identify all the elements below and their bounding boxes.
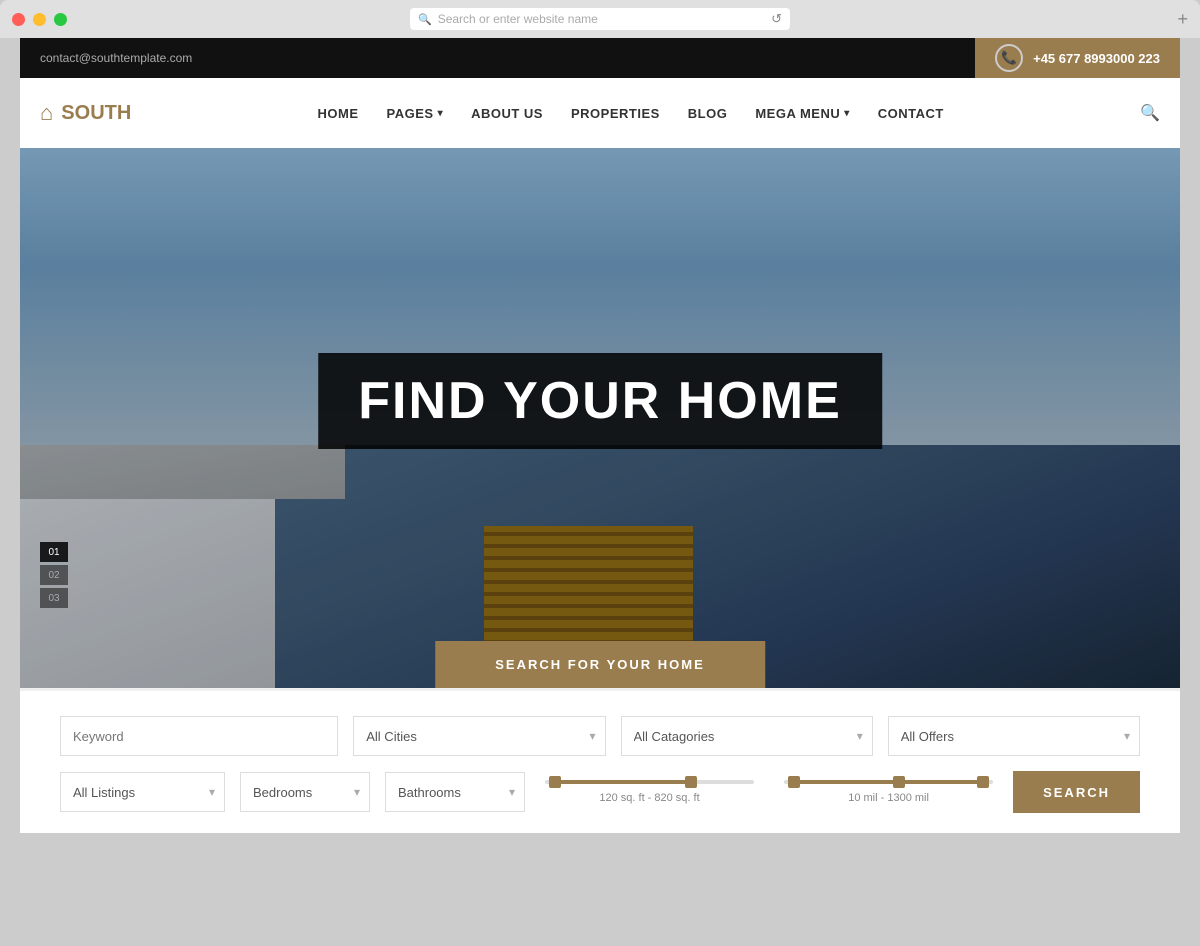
chevron-down-icon-2: ▾ (844, 108, 850, 119)
search-panel: All Cities All Catagories All Offers All… (20, 688, 1180, 833)
nav-item-home[interactable]: HOME (304, 106, 373, 121)
size-range-track (545, 780, 754, 784)
maximize-button[interactable] (54, 13, 67, 26)
nav-links: HOME PAGES ▾ ABOUT US PROPERTIES BLOG ME… (304, 106, 958, 121)
size-range-group: 120 sq. ft - 820 sq. ft (540, 780, 759, 804)
hero-title-box: FIND YOUR HOME (318, 353, 882, 449)
logo[interactable]: ⌂ SOUTH (40, 100, 131, 126)
nav-item-pages[interactable]: PAGES ▾ (373, 106, 458, 121)
bedrooms-select[interactable]: Bedrooms (240, 772, 370, 812)
keyword-input[interactable] (60, 716, 338, 756)
bedrooms-select-wrapper: Bedrooms (240, 772, 370, 812)
offers-select[interactable]: All Offers (888, 716, 1140, 756)
reload-button[interactable]: ↺ (771, 11, 782, 27)
slide-indicators: 01 02 03 (40, 542, 68, 608)
hero-section: FIND YOUR HOME 01 02 03 SEARCH FOR YOUR … (20, 148, 1180, 688)
size-range-handle-left[interactable] (549, 776, 561, 788)
contact-email: contact@southtemplate.com (20, 51, 192, 65)
logo-text: SOUTH (61, 102, 131, 125)
slide-3[interactable]: 03 (40, 588, 68, 608)
new-tab-button[interactable]: + (1177, 9, 1188, 30)
price-range-handle-right[interactable] (977, 776, 989, 788)
search-icon: 🔍 (418, 13, 432, 26)
address-bar[interactable]: 🔍 Search or enter website name ↺ (410, 8, 790, 30)
close-button[interactable] (12, 13, 25, 26)
cities-select-wrapper: All Cities (353, 716, 605, 756)
price-range-fill (794, 780, 982, 784)
window-chrome: 🔍 Search or enter website name ↺ + (0, 0, 1200, 38)
minimize-button[interactable] (33, 13, 46, 26)
bathrooms-select-wrapper: Bathrooms (385, 772, 525, 812)
nav-item-blog[interactable]: BLOG (674, 106, 742, 121)
search-button[interactable]: SEARCH (1013, 771, 1140, 813)
price-range-label: 10 mil - 1300 mil (779, 792, 998, 804)
nav-item-megamenu[interactable]: MEGA MENU ▾ (741, 106, 863, 121)
logo-icon: ⌂ (40, 100, 53, 126)
nav-item-contact[interactable]: CONTACT (864, 106, 958, 121)
price-range-handle-mid[interactable] (893, 776, 905, 788)
top-bar: contact@southtemplate.com 📞 +45 677 8993… (20, 38, 1180, 78)
search-row-2: All Listings Bedrooms Bathrooms (60, 771, 1140, 813)
bathrooms-select[interactable]: Bathrooms (385, 772, 525, 812)
phone-icon: 📞 (995, 44, 1023, 72)
size-range-handle-right[interactable] (685, 776, 697, 788)
listings-select[interactable]: All Listings (60, 772, 225, 812)
slide-1[interactable]: 01 (40, 542, 68, 562)
listings-select-wrapper: All Listings (60, 772, 225, 812)
search-row-1: All Cities All Catagories All Offers (60, 716, 1140, 756)
search-button[interactable]: 🔍 (1130, 103, 1160, 123)
size-range-label: 120 sq. ft - 820 sq. ft (540, 792, 759, 804)
nav-item-about[interactable]: ABOUT US (457, 106, 557, 121)
nav-item-properties[interactable]: PROPERTIES (557, 106, 674, 121)
categories-select[interactable]: All Catagories (621, 716, 873, 756)
price-range-group: 10 mil - 1300 mil (779, 780, 998, 804)
cities-select[interactable]: All Cities (353, 716, 605, 756)
phone-number: +45 677 8993000 223 (1033, 51, 1160, 66)
site-wrapper: contact@southtemplate.com 📞 +45 677 8993… (20, 38, 1180, 833)
phone-section[interactable]: 📞 +45 677 8993000 223 (975, 38, 1180, 78)
hero-title: FIND YOUR HOME (358, 371, 842, 431)
hero-search-button[interactable]: SEARCH FOR YOUR HOME (435, 641, 765, 688)
price-range-handle-left[interactable] (788, 776, 800, 788)
price-range-track (784, 780, 993, 784)
slide-2[interactable]: 02 (40, 565, 68, 585)
size-range-fill (555, 780, 691, 784)
offers-select-wrapper: All Offers (888, 716, 1140, 756)
categories-select-wrapper: All Catagories (621, 716, 873, 756)
range-row: 120 sq. ft - 820 sq. ft 10 mil - 1300 mi… (540, 780, 998, 804)
address-text: Search or enter website name (438, 12, 598, 26)
navbar: ⌂ SOUTH HOME PAGES ▾ ABOUT US PROPERTIES… (20, 78, 1180, 148)
chevron-down-icon: ▾ (438, 108, 444, 119)
